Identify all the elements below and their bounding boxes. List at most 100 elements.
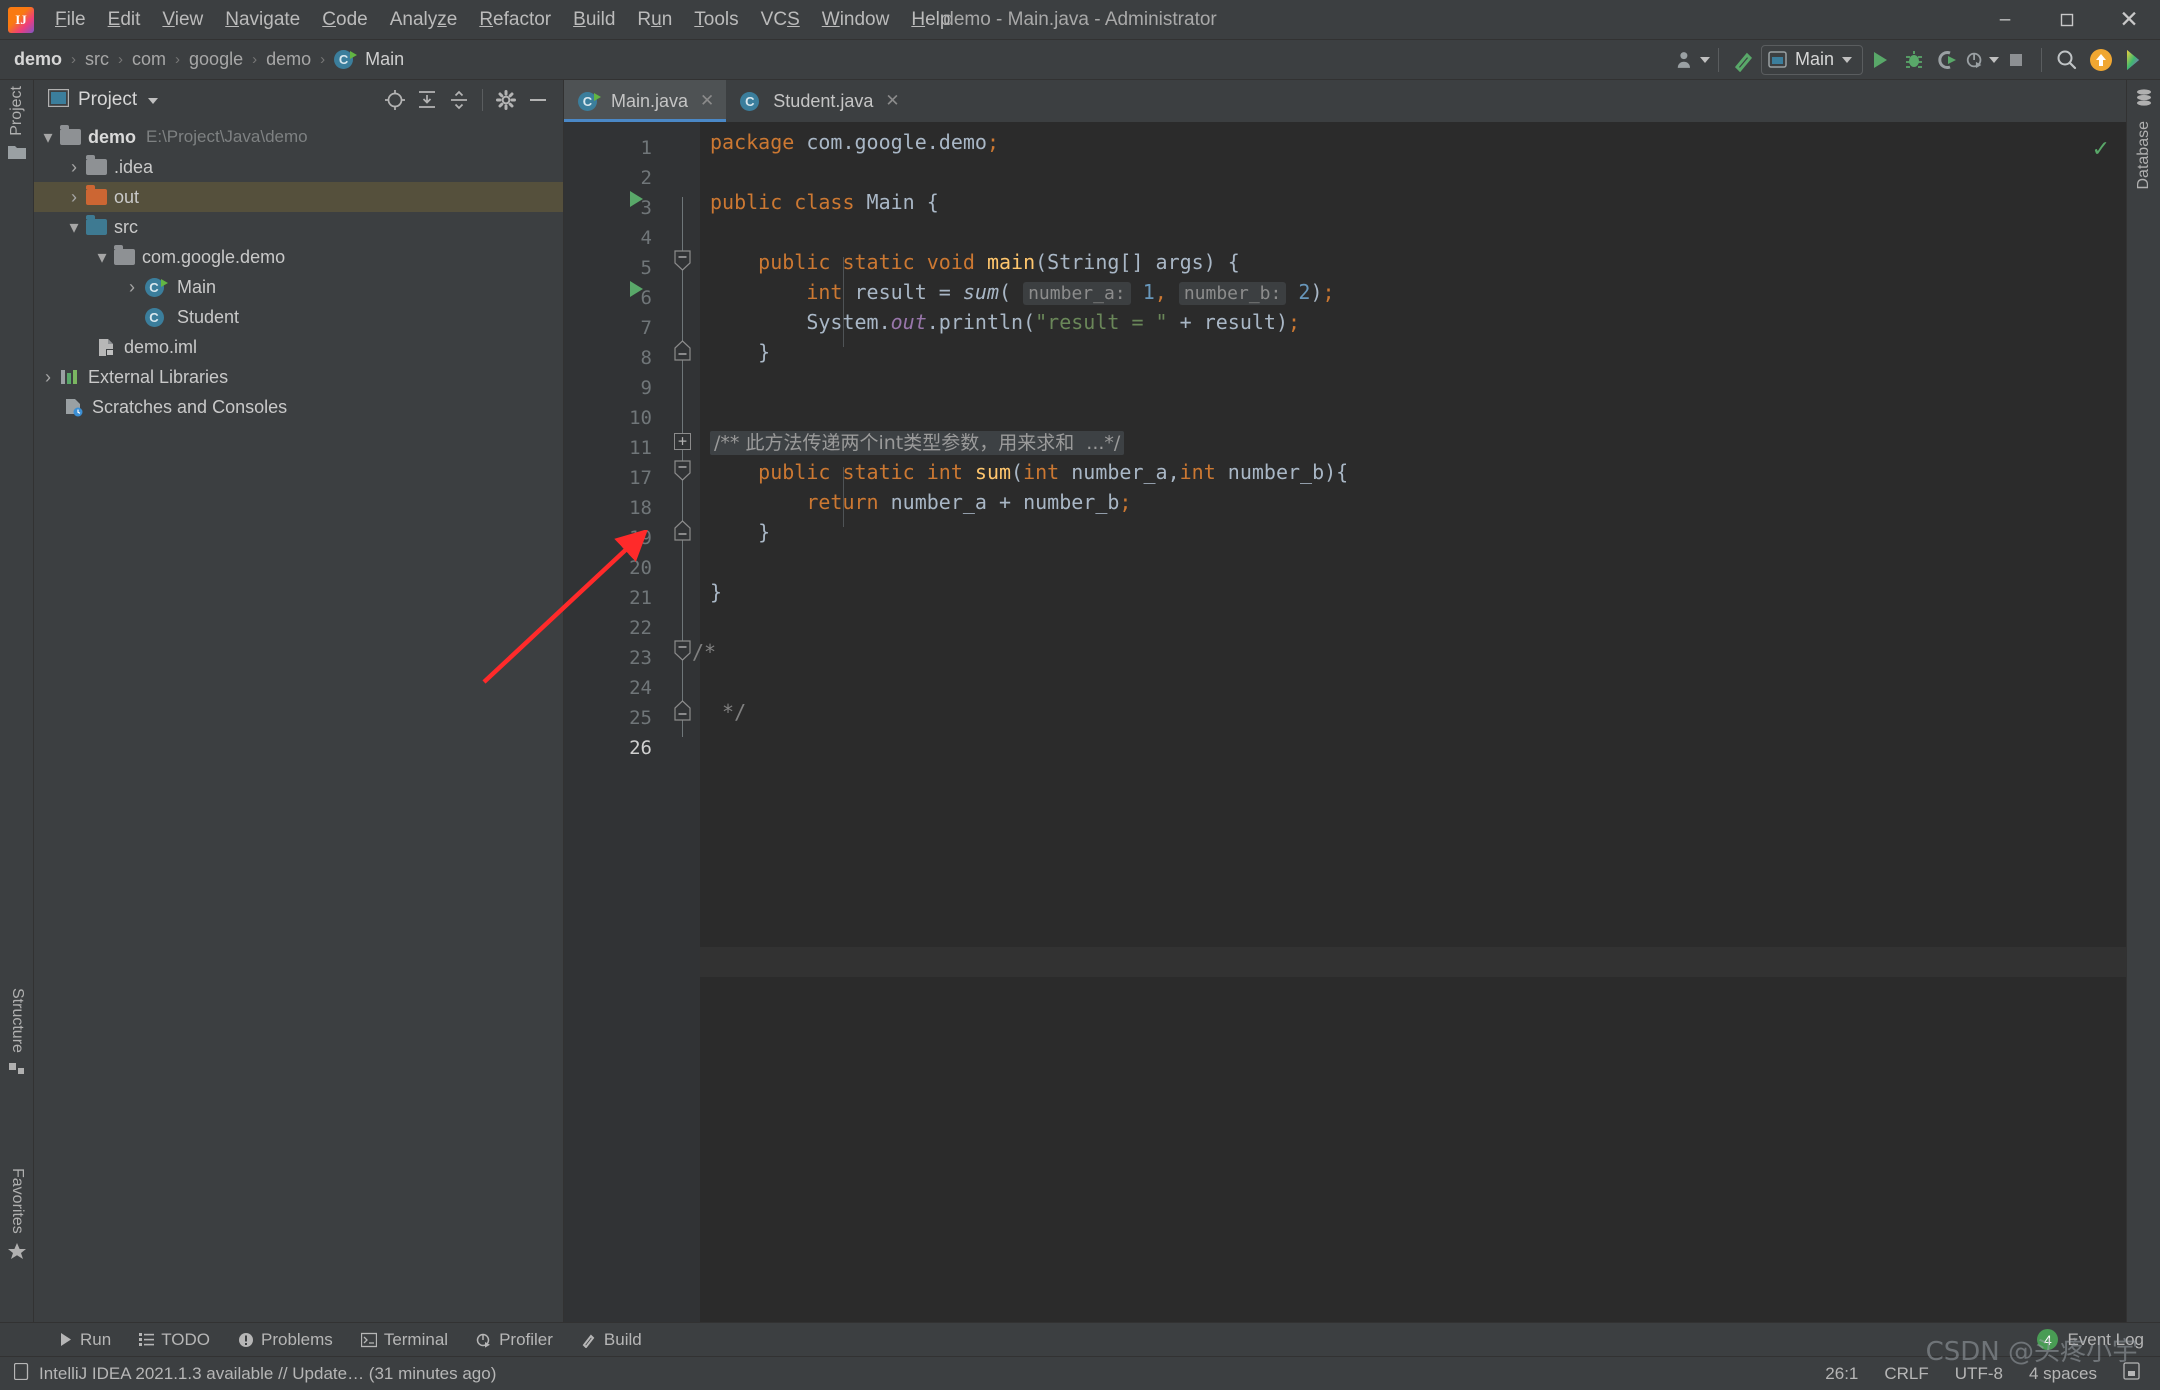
maximize-button[interactable] <box>2036 0 2098 40</box>
menu-tools[interactable]: Tools <box>683 5 749 35</box>
line-number: 24 <box>629 677 652 699</box>
breadcrumb-item-com[interactable]: com <box>132 49 166 70</box>
code-line-11-folded[interactable]: /** 此方法传递两个int类型参数，用来求和 ...*/ <box>710 427 1125 458</box>
close-button[interactable]: ✕ <box>2098 0 2160 40</box>
settings-gear-icon[interactable] <box>491 86 521 114</box>
fold-collapse-icon[interactable] <box>674 460 691 481</box>
breadcrumb-item-google[interactable]: google <box>189 49 243 70</box>
lock-icon[interactable] <box>2123 1362 2140 1385</box>
line-separator[interactable]: CRLF <box>1884 1364 1928 1384</box>
event-log-area[interactable]: 4 Event Log <box>2037 1329 2160 1350</box>
debug-icon[interactable] <box>1897 45 1931 75</box>
stop-icon[interactable] <box>1999 45 2033 75</box>
tool-window-build[interactable]: Build <box>567 1330 656 1350</box>
fold-end-icon[interactable] <box>674 340 691 361</box>
tree-item-scratches[interactable]: Scratches and Consoles <box>34 392 563 422</box>
editor-tab-main-java[interactable]: C Main.java ✕ <box>564 80 727 122</box>
menu-refactor[interactable]: Refactor <box>468 5 562 35</box>
tree-item-main[interactable]: › C Main <box>34 272 563 302</box>
breadcrumb-item-src[interactable]: src <box>85 49 109 70</box>
minimize-button[interactable]: – <box>1974 0 2036 40</box>
java-class-runnable-icon: C <box>334 50 358 69</box>
search-icon[interactable] <box>2050 45 2084 75</box>
tool-window-todo[interactable]: TODO <box>125 1330 224 1350</box>
hide-icon[interactable] <box>523 86 553 114</box>
sidebar-tab-database[interactable]: Database <box>2127 88 2160 190</box>
update-icon[interactable] <box>2084 45 2118 75</box>
build-hammer-icon[interactable] <box>1727 45 1761 75</box>
tree-item-src[interactable]: ▾ src <box>34 212 563 242</box>
tool-window-run[interactable]: Run <box>44 1330 125 1350</box>
menu-run[interactable]: Run <box>626 5 683 35</box>
collapse-all-icon[interactable] <box>444 86 474 114</box>
run-coverage-icon[interactable] <box>1931 45 1965 75</box>
breadcrumb-item-demo[interactable]: demo <box>14 49 62 70</box>
menu-build[interactable]: Build <box>562 5 626 35</box>
expand-all-icon[interactable] <box>412 86 442 114</box>
fold-expand-icon[interactable]: + <box>674 433 691 450</box>
menu-analyze[interactable]: Analyze <box>379 5 469 35</box>
inspection-status-icon[interactable]: ✓ <box>2092 136 2110 162</box>
chevron-down-icon[interactable]: ▾ <box>64 217 84 238</box>
chevron-down-icon[interactable]: ▾ <box>92 247 112 268</box>
close-icon[interactable]: ✕ <box>885 91 899 111</box>
tool-window-profiler[interactable]: Profiler <box>462 1330 567 1350</box>
sidebar-tab-favorites[interactable]: Favorites <box>0 1168 34 1267</box>
menu-vcs[interactable]: VCS <box>750 5 811 35</box>
tree-item-student[interactable]: C Student <box>34 302 563 332</box>
fold-end-icon[interactable] <box>674 520 691 541</box>
idea-pro-icon[interactable] <box>2118 45 2152 75</box>
menu-window[interactable]: Window <box>811 5 901 35</box>
sidebar-tab-project-label: Project <box>8 86 25 136</box>
indent-setting[interactable]: 4 spaces <box>2029 1364 2097 1384</box>
folded-comment-region[interactable]: /** 此方法传递两个int类型参数，用来求和 ...*/ <box>710 431 1125 455</box>
tree-item-demo-path: E:\Project\Java\demo <box>146 127 308 146</box>
run-method-gutter-icon[interactable] <box>630 281 643 297</box>
tool-window-problems[interactable]: Problems <box>224 1330 347 1350</box>
sidebar-tab-project[interactable]: Project <box>0 86 34 164</box>
menu-navigate[interactable]: Navigate <box>214 5 311 35</box>
chevron-right-icon[interactable]: › <box>122 277 142 298</box>
menu-code[interactable]: Code <box>311 5 378 35</box>
editor-fold-strip[interactable]: + <box>664 122 700 1322</box>
tool-window-terminal-label: Terminal <box>383 1329 449 1349</box>
run-class-gutter-icon[interactable] <box>630 191 643 207</box>
chevron-right-icon[interactable]: › <box>38 367 58 388</box>
run-configuration-selector[interactable]: Main <box>1760 44 1863 75</box>
fold-collapse-icon[interactable] <box>674 640 691 661</box>
menu-help[interactable]: Help <box>900 5 961 35</box>
tree-item-package[interactable]: ▾ com.google.demo <box>34 242 563 272</box>
user-icon[interactable] <box>1676 45 1710 75</box>
run-icon[interactable] <box>1863 45 1897 75</box>
profiler-icon[interactable] <box>1965 45 1999 75</box>
tool-window-terminal[interactable]: Terminal <box>347 1330 462 1350</box>
chevron-down-icon[interactable]: ▾ <box>38 127 58 148</box>
close-icon[interactable]: ✕ <box>700 91 714 111</box>
menu-edit[interactable]: Edit <box>97 5 152 35</box>
caret-position[interactable]: 26:1 <box>1825 1364 1858 1384</box>
fold-end-icon[interactable] <box>674 700 691 721</box>
tree-item-demo-iml[interactable]: demo.iml <box>34 332 563 362</box>
sidebar-tab-structure[interactable]: Structure <box>0 988 34 1082</box>
code-text[interactable]: package com.google.demo; public class Ma… <box>692 122 2126 1322</box>
menu-file[interactable]: File <box>44 5 97 35</box>
tree-item-out[interactable]: › out <box>34 182 563 212</box>
event-log-label[interactable]: Event Log <box>2067 1330 2144 1350</box>
breadcrumb-item-demo-pkg[interactable]: demo <box>266 49 311 70</box>
chevron-right-icon[interactable]: › <box>64 187 84 208</box>
tree-item-idea[interactable]: › .idea <box>34 152 563 182</box>
file-encoding[interactable]: UTF-8 <box>1955 1364 2003 1384</box>
tool-window-profiler-label: Profiler <box>499 1329 553 1349</box>
fold-collapse-icon[interactable] <box>674 250 691 271</box>
editor-gutter[interactable]: 1 2 3 4 5 6 7 8 9 10 11 17 18 19 20 21 2… <box>564 122 664 1322</box>
chevron-right-icon[interactable]: › <box>64 157 84 178</box>
tree-item-external-libraries[interactable]: › External Libraries <box>34 362 563 392</box>
breadcrumb-item-main[interactable]: C Main <box>334 49 404 70</box>
code-editor[interactable]: 1 2 3 4 5 6 7 8 9 10 11 17 18 19 20 21 2… <box>564 122 2126 1322</box>
editor-tab-student-java[interactable]: C Student.java ✕ <box>726 80 911 122</box>
status-bar: IntelliJ IDEA 2021.1.3 available // Upda… <box>0 1356 2160 1390</box>
status-message[interactable]: IntelliJ IDEA 2021.1.3 available // Upda… <box>39 1364 496 1384</box>
tree-item-demo[interactable]: ▾ demo E:\Project\Java\demo <box>34 122 563 152</box>
locate-icon[interactable] <box>380 86 410 114</box>
menu-view[interactable]: View <box>151 5 214 35</box>
